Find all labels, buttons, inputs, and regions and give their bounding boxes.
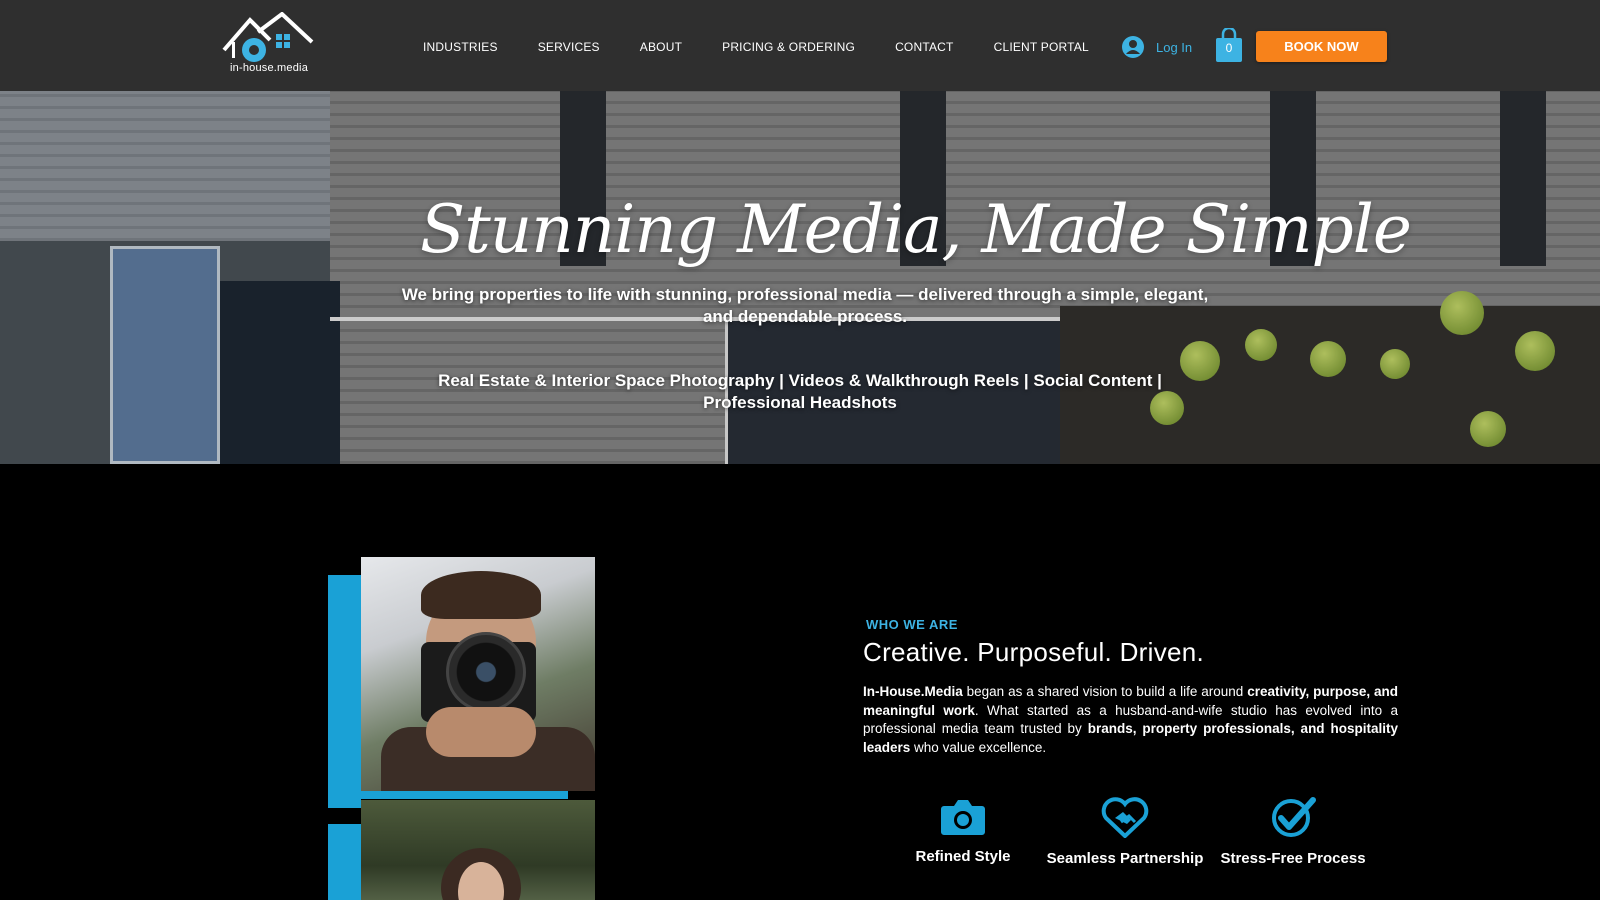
login-label: Log In xyxy=(1156,39,1193,55)
hero-subtitle: We bring properties to life with stunnin… xyxy=(401,285,1209,326)
user-avatar-icon xyxy=(1122,36,1144,58)
photographer-photo xyxy=(361,557,595,791)
heart-handshake-icon xyxy=(1101,797,1149,838)
hero-services-list: Real Estate & Interior Space Photography… xyxy=(438,371,1162,412)
nav-pricing-ordering[interactable]: PRICING & ORDERING xyxy=(722,40,855,54)
nav-services[interactable]: SERVICES xyxy=(538,40,600,54)
camera-icon xyxy=(941,800,985,835)
about-body: In-House.Media began as a shared vision … xyxy=(863,684,1398,755)
brand-name: In-House.Media xyxy=(863,684,963,699)
accent-bar xyxy=(328,824,361,900)
feature-seamless-partnership: Seamless Partnership xyxy=(1035,796,1215,867)
about-section: WHO WE ARE Creative. Purposeful. Driven.… xyxy=(0,464,1600,900)
feature-refined-style: Refined Style xyxy=(873,796,1053,865)
section-eyebrow: WHO WE ARE xyxy=(866,617,958,632)
logo-text: in-house.media xyxy=(230,62,309,74)
feature-label: Stress-Free Process xyxy=(1220,850,1366,867)
check-circle-icon xyxy=(1272,797,1316,837)
cart-count: 0 xyxy=(1225,41,1233,55)
site-header: in-house.media INDUSTRIES SERVICES ABOUT… xyxy=(0,0,1600,91)
main-nav: INDUSTRIES SERVICES ABOUT PRICING & ORDE… xyxy=(423,40,1129,54)
nav-industries[interactable]: INDUSTRIES xyxy=(423,40,498,54)
feature-label: Seamless Partnership xyxy=(1046,850,1204,867)
nav-contact[interactable]: CONTACT xyxy=(895,40,954,54)
accent-underline xyxy=(361,791,568,799)
team-member-photo xyxy=(361,800,595,900)
nav-about[interactable]: ABOUT xyxy=(640,40,682,54)
house-logo-icon xyxy=(222,11,314,62)
nav-client-portal[interactable]: CLIENT PORTAL xyxy=(994,40,1089,54)
cart-button[interactable]: 0 xyxy=(1215,26,1243,62)
login-button[interactable]: Log In xyxy=(1122,36,1192,58)
hero-banner: Stunning Media, Made Simple We bring pro… xyxy=(0,91,1600,464)
feature-stress-free-process: Stress-Free Process xyxy=(1203,796,1383,867)
feature-label: Refined Style xyxy=(915,848,1011,865)
accent-bar xyxy=(328,575,361,808)
about-title: Creative. Purposeful. Driven. xyxy=(863,637,1205,667)
hero-script-title: Stunning Media, Made Simple xyxy=(420,191,1412,268)
logo[interactable]: in-house.media xyxy=(220,11,320,76)
book-now-button[interactable]: BOOK NOW xyxy=(1256,31,1387,62)
